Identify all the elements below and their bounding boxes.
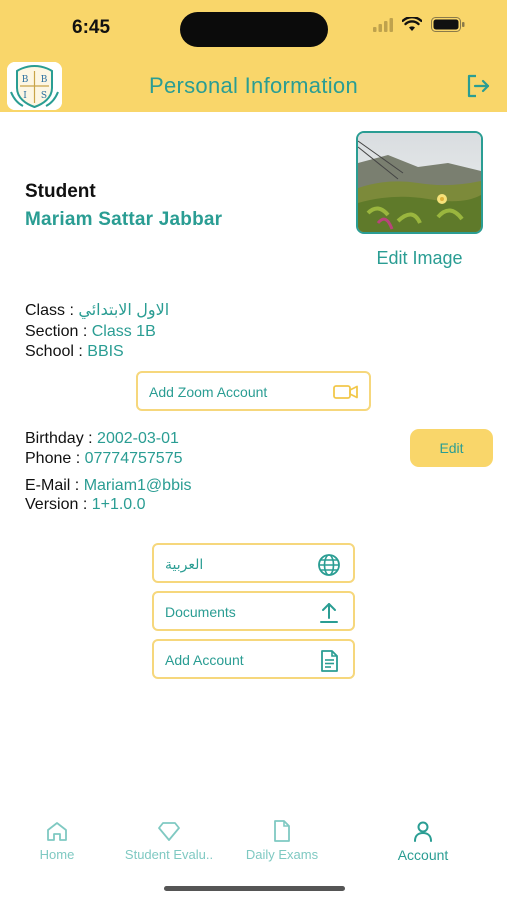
section-value: Class 1B [91, 323, 156, 340]
section-row: Section : Class 1B [25, 323, 156, 340]
phone-value: 07774757575 [84, 450, 183, 467]
user-role: Student [25, 181, 96, 202]
document-icon [321, 650, 338, 672]
tab-account-label: Account [397, 847, 449, 863]
signal-icon [373, 17, 393, 32]
version-label: Version [25, 496, 79, 513]
profile-photo-image [358, 133, 481, 232]
birthday-label: Birthday [25, 430, 84, 447]
wifi-icon [402, 17, 422, 31]
tab-daily-exams[interactable]: Daily Exams [227, 819, 337, 862]
section-label: Section [25, 323, 79, 340]
documents-label: Documents [165, 604, 236, 620]
dynamic-island [180, 12, 328, 47]
status-icons [373, 17, 465, 32]
school-value: BBIS [87, 343, 124, 360]
edit-profile-button[interactable]: Edit [410, 429, 493, 467]
email-value: Mariam1@bbis [83, 477, 192, 494]
birthday-row: Birthday : 2002-03-01 [25, 430, 179, 447]
upload-icon [320, 603, 338, 623]
tab-daily-exams-label: Daily Exams [245, 847, 319, 862]
tab-student-evaluation-label: Student Evalu.. [124, 847, 214, 862]
school-row: School : BBIS [25, 343, 124, 360]
person-icon [414, 821, 432, 842]
phone-label: Phone [25, 450, 72, 467]
battery-icon [431, 17, 465, 32]
tab-student-evaluation[interactable]: Student Evalu.. [114, 819, 224, 862]
language-label: العربية [165, 556, 204, 572]
add-account-button[interactable]: Add Account [152, 639, 355, 679]
class-value: الاول الابتدائي [78, 302, 170, 319]
status-time: 6:45 [72, 17, 111, 38]
logout-icon[interactable] [465, 73, 491, 99]
documents-button[interactable]: Documents [152, 591, 355, 631]
add-zoom-account-button[interactable]: Add Zoom Account [136, 371, 371, 411]
tab-home-label: Home [39, 847, 75, 862]
edit-image-link[interactable]: Edit Image [356, 248, 483, 269]
email-row: E-Mail : Mariam1@bbis [25, 477, 192, 494]
language-button[interactable]: العربية [152, 543, 355, 583]
class-row: Class : الاول الابتدائي [25, 302, 170, 319]
page-title: Personal Information [149, 73, 358, 98]
app-header: 6:45 B B I S Personal Information [0, 0, 507, 112]
file-icon [274, 820, 290, 842]
home-icon [47, 822, 67, 841]
add-account-label: Add Account [165, 652, 244, 668]
diamond-icon [158, 822, 180, 841]
email-label: E-Mail [25, 477, 71, 494]
user-name: Mariam Sattar Jabbar [25, 209, 223, 230]
add-zoom-account-label: Add Zoom Account [149, 384, 268, 400]
school-label: School [25, 343, 74, 360]
home-indicator [164, 886, 345, 891]
birthday-value: 2002-03-01 [97, 430, 179, 447]
video-camera-icon [333, 385, 358, 399]
class-label: Class [25, 302, 66, 319]
tab-home[interactable]: Home [2, 819, 112, 862]
version-value: 1+1.0.0 [91, 496, 146, 513]
version-row: Version : 1+1.0.0 [25, 496, 146, 513]
tab-account[interactable]: Account [368, 819, 478, 863]
phone-row: Phone : 07774757575 [25, 450, 183, 467]
profile-photo[interactable] [356, 131, 483, 234]
globe-icon [318, 554, 340, 576]
